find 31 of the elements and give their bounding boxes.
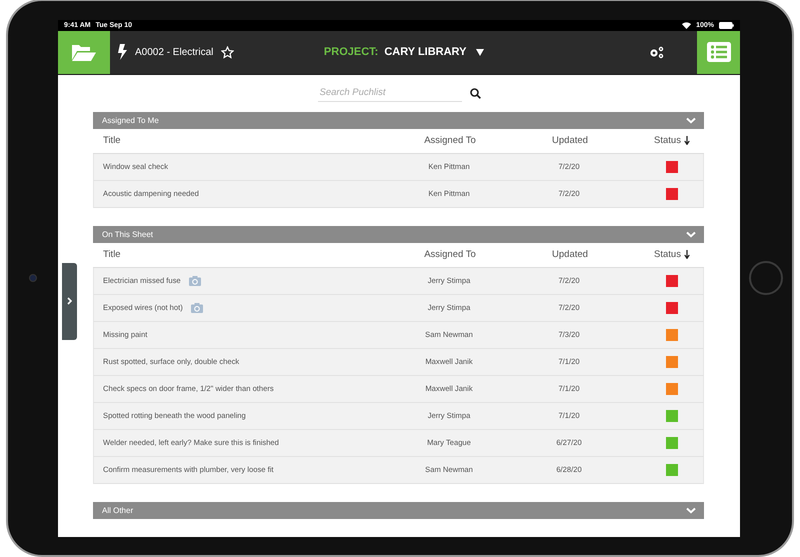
sort-arrow-icon: [684, 136, 690, 145]
section-title: All Other: [102, 506, 134, 514]
star-icon[interactable]: [221, 46, 234, 58]
column-header[interactable]: Status: [654, 135, 681, 146]
side-panel-tab[interactable]: [62, 262, 77, 340]
chevron-down-icon: [686, 230, 696, 238]
chevron-right-icon: [67, 297, 72, 305]
chevron-down-icon: [686, 116, 696, 124]
settings-icon[interactable]: [649, 46, 665, 58]
column-header[interactable]: Status: [654, 249, 681, 260]
search-icon[interactable]: [470, 88, 480, 98]
column-header[interactable]: Title: [93, 249, 380, 260]
section-title: On This Sheet: [102, 230, 153, 238]
column-header[interactable]: Updated: [552, 249, 588, 260]
camera-lens: [29, 274, 37, 282]
sort-arrow-icon: [684, 250, 690, 259]
project-name[interactable]: CARY LIBRARY: [384, 46, 466, 58]
column-header[interactable]: Assigned To: [424, 249, 476, 260]
list-icon: [706, 42, 730, 62]
lightning-icon: [118, 44, 127, 60]
section-title: Assigned To Me: [102, 116, 159, 124]
column-header[interactable]: Title: [93, 135, 380, 146]
column-header[interactable]: Assigned To: [424, 135, 476, 146]
column-header[interactable]: Updated: [552, 135, 588, 146]
project-label: PROJECT:: [324, 46, 378, 58]
wifi-icon: [682, 22, 692, 28]
sheet-name[interactable]: A0002 - Electrical: [135, 46, 214, 58]
chevron-down-icon: [686, 506, 696, 514]
battery-icon: [719, 22, 734, 28]
folder-icon: [71, 42, 97, 62]
dropdown-caret-icon[interactable]: [476, 48, 484, 56]
